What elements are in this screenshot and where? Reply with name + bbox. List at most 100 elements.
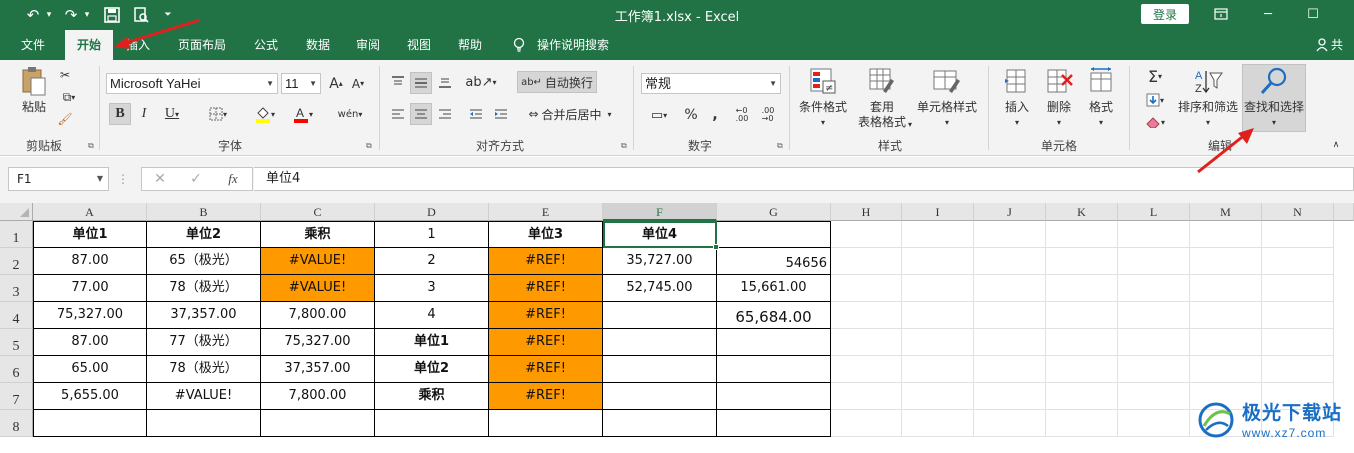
cell-c3[interactable]: #VALUE! bbox=[261, 275, 375, 302]
fill-color-icon[interactable]: ▾ bbox=[249, 103, 281, 125]
cell-d6[interactable]: 单位2 bbox=[375, 356, 489, 383]
column-header-a[interactable]: A bbox=[33, 203, 147, 221]
column-header-g[interactable]: G bbox=[717, 203, 831, 221]
cell-b8[interactable] bbox=[147, 410, 261, 437]
cell-g4[interactable]: 65,684.00 bbox=[717, 302, 831, 329]
cell-l5[interactable] bbox=[1118, 329, 1190, 356]
enter-icon[interactable]: ✓ bbox=[186, 170, 206, 188]
cell-i4[interactable] bbox=[902, 302, 974, 329]
cell-k2[interactable] bbox=[1046, 248, 1118, 275]
redo-dropdown-icon[interactable]: ▾ bbox=[82, 4, 92, 26]
fill-handle[interactable] bbox=[713, 244, 719, 250]
cell-c8[interactable] bbox=[261, 410, 375, 437]
tell-me-search[interactable]: 操作说明搜索 bbox=[533, 30, 613, 60]
insert-cells-button[interactable]: 插入 ▾ bbox=[998, 66, 1036, 130]
underline-icon[interactable]: U ▾ bbox=[157, 103, 187, 125]
cell-l2[interactable] bbox=[1118, 248, 1190, 275]
increase-indent-icon[interactable] bbox=[490, 104, 512, 124]
font-name-combo[interactable]: Microsoft YaHei ▼ bbox=[106, 73, 278, 94]
accounting-format-icon[interactable]: ▭ ▾ bbox=[643, 104, 675, 126]
cell-g5[interactable] bbox=[717, 329, 831, 356]
alignment-launcher-icon[interactable]: ⧉ bbox=[621, 141, 627, 151]
cell-i7[interactable] bbox=[902, 383, 974, 410]
column-header-d[interactable]: D bbox=[375, 203, 489, 221]
cell-styles-button[interactable]: 单元格样式 ▾ bbox=[914, 66, 980, 130]
cell-a4[interactable]: 75,327.00 bbox=[33, 302, 147, 329]
cell-h4[interactable] bbox=[831, 302, 902, 329]
cell-g8[interactable] bbox=[717, 410, 831, 437]
cell-a8[interactable] bbox=[33, 410, 147, 437]
cell-g6[interactable] bbox=[717, 356, 831, 383]
cell-l6[interactable] bbox=[1118, 356, 1190, 383]
cell-m4[interactable] bbox=[1190, 302, 1262, 329]
tab-formulas[interactable]: 公式 bbox=[246, 30, 286, 60]
column-header-b[interactable]: B bbox=[147, 203, 261, 221]
cell-e7[interactable]: #REF! bbox=[489, 383, 603, 410]
cell-d4[interactable]: 4 bbox=[375, 302, 489, 329]
cell-g3[interactable]: 15,661.00 bbox=[717, 275, 831, 302]
cell-n5[interactable] bbox=[1262, 329, 1334, 356]
phonetic-guide-icon[interactable]: wén ▾ bbox=[333, 103, 367, 125]
align-right-icon[interactable] bbox=[435, 104, 455, 124]
cell-j8[interactable] bbox=[974, 410, 1046, 437]
cell-a7[interactable]: 5,655.00 bbox=[33, 383, 147, 410]
cell-h1[interactable] bbox=[831, 221, 902, 248]
number-format-combo[interactable]: 常规 ▼ bbox=[641, 73, 781, 94]
lightbulb-icon[interactable] bbox=[508, 30, 530, 60]
column-header-j[interactable]: J bbox=[974, 203, 1046, 221]
cell-c2[interactable]: #VALUE! bbox=[261, 248, 375, 275]
column-header-e[interactable]: E bbox=[489, 203, 603, 221]
row-header-7[interactable]: 7 bbox=[0, 383, 33, 410]
cell-a6[interactable]: 65.00 bbox=[33, 356, 147, 383]
cell-b6[interactable]: 78（极光） bbox=[147, 356, 261, 383]
cell-i6[interactable] bbox=[902, 356, 974, 383]
row-header-4[interactable]: 4 bbox=[0, 302, 33, 329]
cell-j6[interactable] bbox=[974, 356, 1046, 383]
column-header-partial[interactable] bbox=[1334, 203, 1354, 221]
decrease-indent-icon[interactable] bbox=[465, 104, 487, 124]
fill-icon[interactable]: ▾ bbox=[1138, 90, 1172, 110]
column-header-l[interactable]: L bbox=[1118, 203, 1190, 221]
clear-icon[interactable]: ▾ bbox=[1138, 112, 1172, 132]
italic-icon[interactable]: I bbox=[135, 103, 153, 125]
decrease-decimal-icon[interactable]: .00 →0 bbox=[757, 104, 779, 126]
cell-j3[interactable] bbox=[974, 275, 1046, 302]
borders-icon[interactable]: ▾ bbox=[203, 103, 233, 125]
number-launcher-icon[interactable]: ⧉ bbox=[777, 141, 783, 151]
cell-b2[interactable]: 65（极光） bbox=[147, 248, 261, 275]
cell-d5[interactable]: 单位1 bbox=[375, 329, 489, 356]
cell-c5[interactable]: 75,327.00 bbox=[261, 329, 375, 356]
cell-b5[interactable]: 77（极光） bbox=[147, 329, 261, 356]
tab-help[interactable]: 帮助 bbox=[450, 30, 490, 60]
cut-icon[interactable]: ✂ bbox=[55, 66, 75, 84]
wrap-text-button[interactable]: ab↵ 自动换行 bbox=[517, 71, 597, 93]
clipboard-launcher-icon[interactable]: ⧉ bbox=[88, 141, 94, 151]
login-button[interactable]: 登录 bbox=[1141, 4, 1189, 24]
redo-icon[interactable]: ↷ bbox=[60, 4, 82, 26]
cell-m3[interactable] bbox=[1190, 275, 1262, 302]
cell-k8[interactable] bbox=[1046, 410, 1118, 437]
cell-m1[interactable] bbox=[1190, 221, 1262, 248]
select-all-button[interactable] bbox=[0, 203, 33, 221]
column-header-f[interactable]: F bbox=[603, 203, 717, 221]
bold-icon[interactable]: B bbox=[109, 103, 131, 125]
cell-f3[interactable]: 52,745.00 bbox=[603, 275, 717, 302]
cell-l3[interactable] bbox=[1118, 275, 1190, 302]
cell-l1[interactable] bbox=[1118, 221, 1190, 248]
cell-f5[interactable] bbox=[603, 329, 717, 356]
conditional-formatting-button[interactable]: ≠ 条件格式 ▾ bbox=[795, 66, 851, 130]
cell-k7[interactable] bbox=[1046, 383, 1118, 410]
merge-center-button[interactable]: ⇔ 合并后居中 ▾ bbox=[520, 104, 620, 124]
cell-a5[interactable]: 87.00 bbox=[33, 329, 147, 356]
cell-e6[interactable]: #REF! bbox=[489, 356, 603, 383]
column-header-n[interactable]: N bbox=[1262, 203, 1334, 221]
formula-input[interactable]: 单位4 bbox=[254, 167, 1354, 191]
column-header-m[interactable]: M bbox=[1190, 203, 1262, 221]
tab-data[interactable]: 数据 bbox=[298, 30, 338, 60]
cell-j5[interactable] bbox=[974, 329, 1046, 356]
cell-h7[interactable] bbox=[831, 383, 902, 410]
cell-n1[interactable] bbox=[1262, 221, 1334, 248]
format-painter-icon[interactable]: 🖌 bbox=[55, 110, 75, 128]
row-header-2[interactable]: 2 bbox=[0, 248, 33, 275]
ribbon-display-options-icon[interactable] bbox=[1207, 3, 1235, 25]
